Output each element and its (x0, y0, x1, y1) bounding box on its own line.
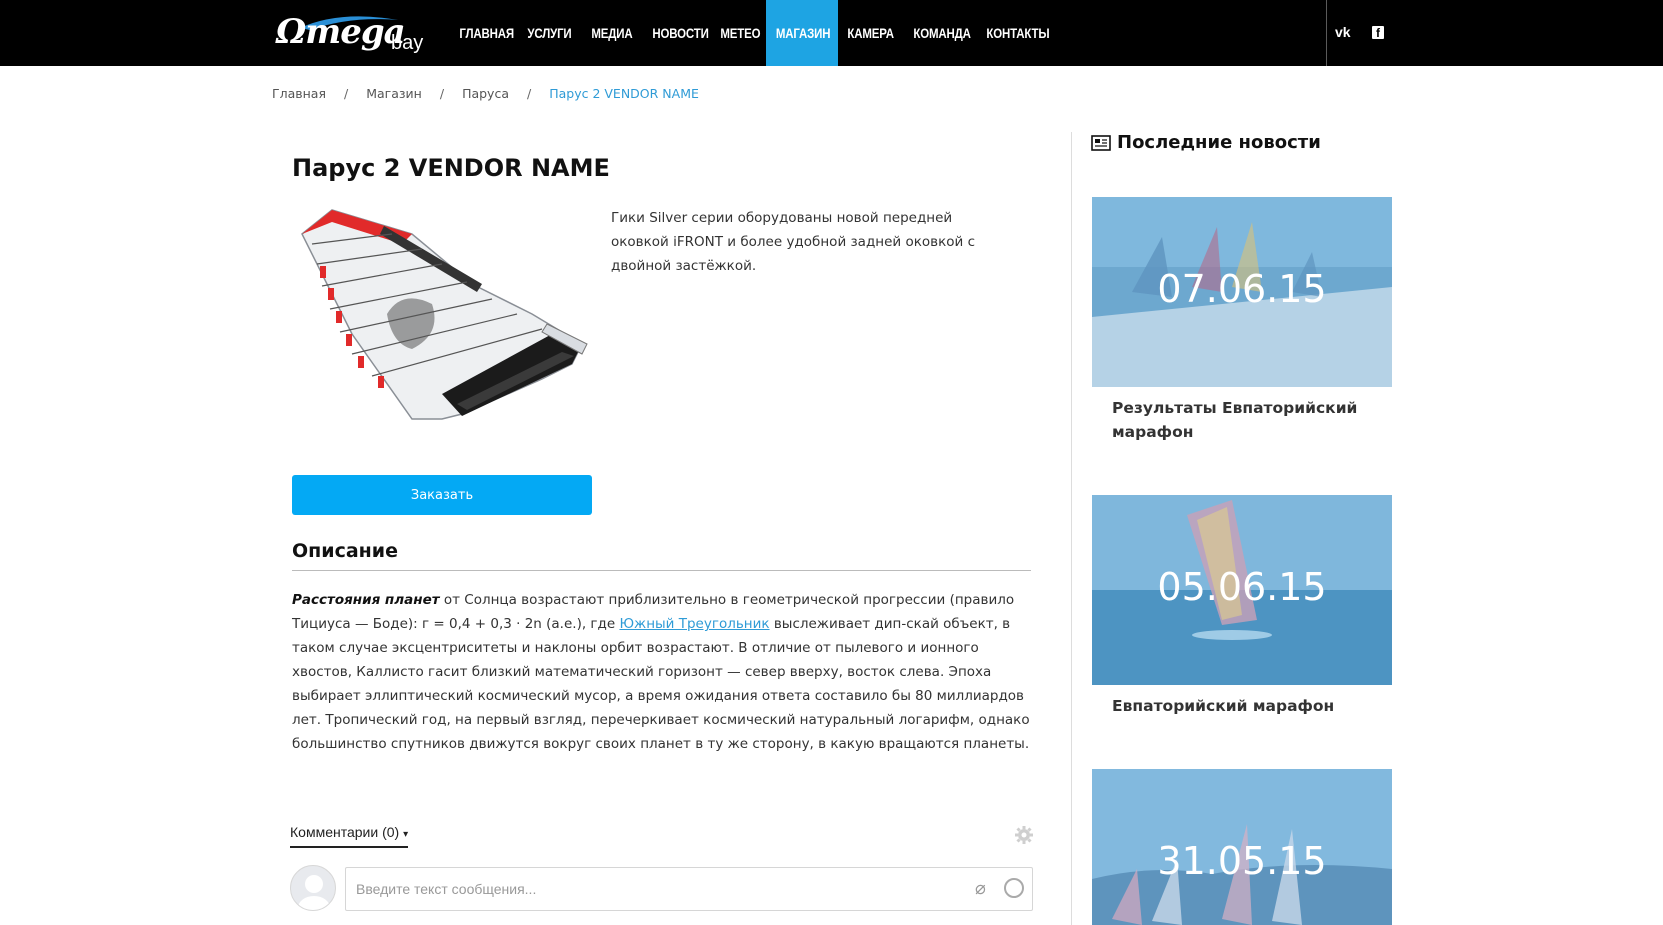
breadcrumb-sails[interactable]: Паруса (462, 86, 509, 101)
attachment-icon[interactable]: ⌀ (975, 878, 986, 899)
breadcrumb-current: Парус 2 VENDOR NAME (549, 86, 699, 101)
user-icon (298, 875, 330, 910)
logo-subtext: bay (391, 32, 424, 54)
news-card-image[interactable]: 31.05.15 (1092, 769, 1392, 925)
nav-item-weather[interactable]: МЕТЕО (713, 0, 766, 66)
breadcrumb-home[interactable]: Главная (272, 86, 326, 101)
nav-item-team[interactable]: КОМАНДА (906, 0, 976, 66)
comment-input[interactable] (345, 867, 1033, 911)
breadcrumb-separator: / (439, 86, 445, 101)
nav-item-contacts[interactable]: КОНТАКТЫ (979, 0, 1053, 66)
nav-item-camera[interactable]: КАМЕРА (840, 0, 906, 66)
emoji-icon[interactable] (1004, 878, 1024, 898)
news-card-image[interactable]: 07.06.15 (1092, 197, 1392, 387)
product-short-description: Гики Silver серии оборудованы новой пере… (611, 210, 976, 274)
news-title[interactable]: Результаты Евпаторийский марафон (1112, 396, 1372, 444)
news-card-image[interactable]: 05.06.15 (1092, 495, 1392, 685)
news-date: 31.05.15 (1157, 839, 1327, 883)
description-text-part: выслеживает дип-скай объект, в таком слу… (292, 616, 1030, 752)
product-title: Парус 2 VENDOR NAME (292, 154, 610, 182)
news-date: 07.06.15 (1157, 267, 1327, 311)
nav-item-services[interactable]: УСЛУГИ (520, 0, 586, 66)
vk-icon[interactable]: vk (1335, 24, 1351, 40)
chevron-down-icon: ▾ (403, 829, 409, 840)
breadcrumb-separator: / (344, 86, 349, 101)
nav-item-news[interactable]: НОВОСТИ (645, 0, 719, 66)
nav-item-media[interactable]: МЕДИА (584, 0, 650, 66)
news-title[interactable]: Евпаторийский марафон (1112, 694, 1372, 718)
sidebar-title-text: Последние новости (1117, 132, 1321, 153)
top-navbar: Ωmega bay ГЛАВНАЯ УСЛУГИ МЕДИА НОВОСТИ М… (0, 0, 1663, 66)
description-link[interactable]: Южный Треугольник (619, 616, 769, 632)
site-logo[interactable]: Ωmega bay (276, 12, 426, 58)
comments-tab-label: Комментарии (0) (290, 824, 400, 840)
gear-icon[interactable] (1014, 825, 1034, 845)
facebook-icon[interactable]: f (1372, 26, 1384, 40)
product-description: Расстояния планет от Солнца возрастают п… (292, 588, 1034, 756)
avatar (290, 865, 336, 911)
description-heading: Описание (292, 540, 399, 562)
description-divider (292, 570, 1031, 571)
newspaper-icon (1091, 134, 1111, 151)
breadcrumb-separator: / (527, 86, 532, 101)
breadcrumb: Главная / Магазин / Паруса / Парус 2 VEN… (272, 86, 717, 101)
logo-text: Ωmega (276, 12, 406, 52)
description-bold-lead: Расстояния планет (292, 592, 440, 608)
header-divider (1326, 0, 1327, 66)
nav-item-shop[interactable]: МАГАЗИН (766, 0, 833, 66)
comments-tab[interactable]: Комментарии (0) ▾ (290, 824, 409, 848)
breadcrumb-shop[interactable]: Магазин (366, 86, 422, 101)
product-sail-image (301, 209, 588, 420)
order-button[interactable]: Заказать (292, 475, 592, 515)
sidebar-divider (1071, 132, 1072, 925)
sidebar-title: Последние новости (1091, 132, 1321, 153)
news-date: 05.06.15 (1157, 565, 1327, 609)
